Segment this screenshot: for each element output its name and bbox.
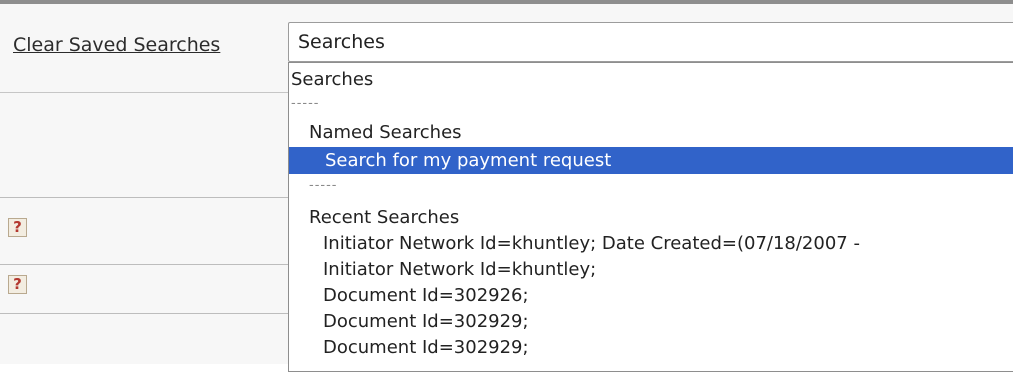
select-current-value: Searches bbox=[298, 31, 385, 53]
dropdown-group-named-searches: Named Searches bbox=[309, 122, 462, 143]
clear-saved-searches-link[interactable]: Clear Saved Searches bbox=[13, 34, 220, 56]
help-icon[interactable]: ? bbox=[8, 218, 27, 237]
row-divider bbox=[0, 197, 290, 198]
saved-searches-dropdown: Searches ----- Named Searches Search for… bbox=[288, 62, 1013, 372]
help-icon[interactable]: ? bbox=[8, 275, 27, 294]
row-divider bbox=[0, 313, 290, 314]
dropdown-option-recent-search[interactable]: Initiator Network Id=khuntley; bbox=[289, 256, 1013, 283]
row-divider bbox=[0, 264, 290, 265]
dropdown-option-recent-search[interactable]: Initiator Network Id=khuntley; Date Crea… bbox=[289, 230, 1013, 257]
dropdown-option-recent-search[interactable]: Document Id=302926; bbox=[289, 282, 1013, 309]
saved-searches-select[interactable]: Searches bbox=[288, 22, 1013, 62]
dropdown-group-recent-searches: Recent Searches bbox=[309, 207, 460, 228]
dropdown-separator: ----- bbox=[291, 96, 320, 111]
dropdown-option-searches[interactable]: Searches bbox=[289, 66, 1013, 93]
dropdown-option-payment-request[interactable]: Search for my payment request bbox=[289, 147, 1013, 174]
dropdown-option-recent-search[interactable]: Document Id=302929; bbox=[289, 308, 1013, 335]
dropdown-separator: ----- bbox=[309, 178, 338, 193]
toolbar-divider bbox=[0, 92, 290, 93]
dropdown-option-recent-search[interactable]: Document Id=302929; bbox=[289, 334, 1013, 361]
